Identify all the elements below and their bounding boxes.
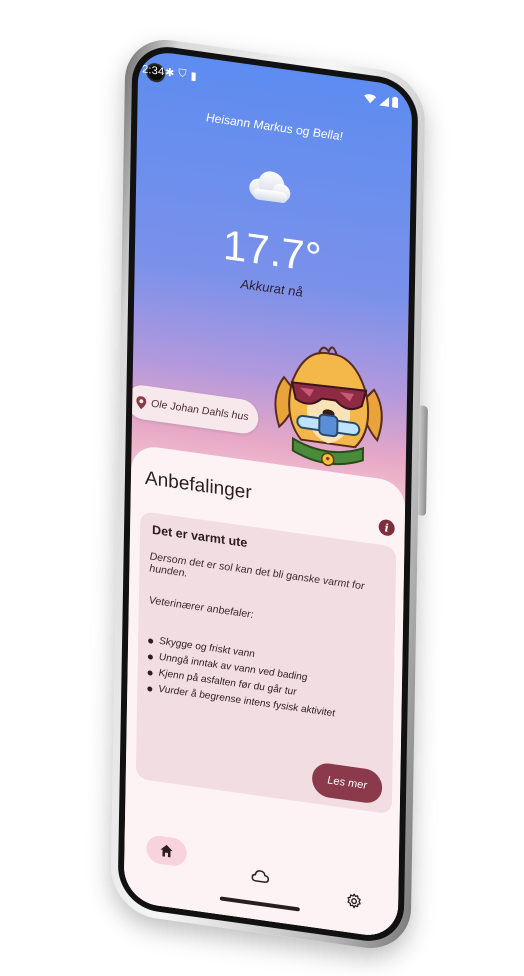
side-button [417, 405, 428, 517]
battery-icon [392, 96, 399, 109]
home-icon [160, 844, 173, 858]
vet-recommendation-label: Veterinærer anbefaler: [148, 594, 254, 621]
recommendation-card-title: Det er varmt ute [151, 522, 248, 551]
nav-settings[interactable] [334, 884, 374, 918]
sim-icon: ▮ [190, 70, 197, 83]
info-icon[interactable]: i [378, 518, 395, 537]
status-time: 2:34 [142, 63, 165, 79]
location-chip[interactable]: Ole Johan Dahls hus [126, 383, 259, 436]
recommendations-title: Anbefalinger [144, 467, 252, 504]
phone-device: 2:34 ✱ ⛉ ▮ Heisann Markus og Bella! 17.7… [110, 33, 428, 955]
gear-icon: ✱ [165, 66, 175, 80]
recommendation-list: Skygge og friskt vann Unngå inntak av va… [147, 632, 336, 722]
shield-icon: ⛉ [178, 67, 187, 81]
nav-weather[interactable] [240, 859, 280, 893]
cloud-icon [243, 167, 292, 206]
nav-home[interactable] [146, 834, 187, 868]
bullet-icon [147, 669, 153, 676]
location-pin-icon [136, 395, 147, 409]
stage: 2:34 ✱ ⛉ ▮ Heisann Markus og Bella! 17.7… [0, 0, 524, 976]
bullet-icon [147, 653, 153, 660]
greeting-text: Heisann Markus og Bella! [205, 110, 343, 144]
settings-gear-icon [347, 893, 361, 909]
home-indicator[interactable] [219, 896, 300, 912]
bullet-icon [148, 637, 154, 644]
read-more-button[interactable]: Les mer [311, 761, 383, 806]
app-screen: 2:34 ✱ ⛉ ▮ Heisann Markus og Bella! 17.7… [123, 48, 413, 940]
bullet-icon [147, 685, 153, 692]
signal-icon [379, 96, 390, 107]
recommendation-card: Det er varmt ute Dersom det er sol kan d… [135, 511, 397, 815]
status-icons: ✱ ⛉ ▮ [165, 66, 197, 83]
cloud-outline-icon [251, 870, 270, 883]
wifi-icon [364, 93, 377, 103]
location-label: Ole Johan Dahls hus [150, 397, 249, 424]
dog-mascot-illustration [269, 335, 389, 479]
status-right [364, 92, 399, 109]
